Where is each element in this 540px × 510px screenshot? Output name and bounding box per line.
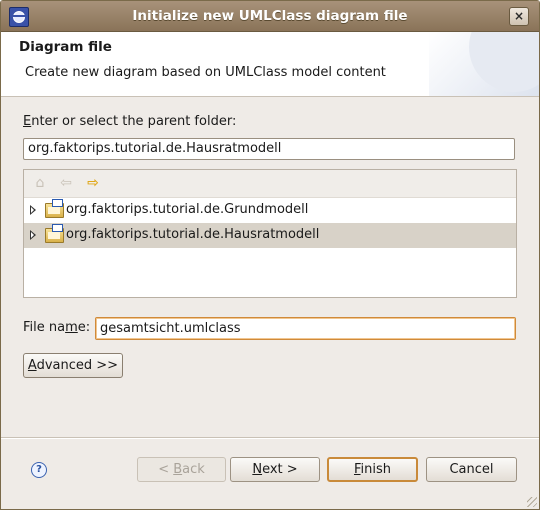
cancel-button[interactable]: Cancel: [426, 457, 517, 482]
finish-label: inish: [360, 462, 392, 477]
project-folder-icon: [45, 224, 64, 243]
tree-item-label: org.faktorips.tutorial.de.Hausratmodell: [66, 227, 320, 242]
next-label: ext >: [262, 462, 298, 477]
back-button[interactable]: < Back: [137, 457, 226, 482]
advanced-button[interactable]: Advanced >>: [23, 353, 123, 378]
parent-folder-label-mnemonic: E: [23, 114, 32, 129]
back-mnemonic: B: [173, 462, 183, 477]
title-bar[interactable]: Initialize new UMLClass diagram file ×: [1, 1, 539, 32]
ips-tag-icon: [52, 199, 63, 207]
help-icon[interactable]: ?: [31, 462, 47, 478]
next-button[interactable]: Next >: [230, 457, 320, 482]
button-bar-separator: [1, 437, 539, 439]
tree-item-hausratmodell[interactable]: org.faktorips.tutorial.de.Hausratmodell: [24, 223, 516, 248]
file-name-label-mnemonic: m: [65, 320, 78, 335]
parent-folder-label-text: nter or select the parent folder:: [31, 114, 237, 129]
advanced-label: dvanced >>: [36, 358, 119, 373]
project-folder-icon: [45, 199, 64, 218]
home-icon[interactable]: ⌂: [32, 175, 48, 191]
header-description: Create new diagram based on UMLClass mod…: [25, 65, 386, 80]
ips-tag-icon: [52, 224, 63, 232]
parent-folder-input[interactable]: org.faktorips.tutorial.de.Hausratmodell: [23, 138, 515, 160]
back-label-pre: <: [158, 462, 174, 477]
parent-folder-label: Enter or select the parent folder:: [23, 114, 236, 129]
dialog-window: Initialize new UMLClass diagram file × D…: [0, 0, 540, 510]
tree-item-label: org.faktorips.tutorial.de.Grundmodell: [66, 202, 309, 217]
file-name-input[interactable]: gesamtsicht.umlclass: [95, 317, 516, 340]
expand-triangle-icon[interactable]: [30, 230, 36, 240]
advanced-mnemonic: A: [27, 358, 37, 373]
back-label: ack: [182, 462, 205, 477]
tree-item-grundmodell[interactable]: org.faktorips.tutorial.de.Grundmodell: [24, 198, 516, 223]
close-button[interactable]: ×: [509, 7, 529, 26]
expand-triangle-icon[interactable]: [30, 205, 36, 215]
tree-toolbar: ⌂ ⇦ ⇨: [24, 170, 516, 198]
window-title: Initialize new UMLClass diagram file: [132, 8, 408, 24]
folder-tree[interactable]: ⌂ ⇦ ⇨ org.faktorips.tutorial.de.Grundmod…: [23, 169, 517, 298]
folder-doc-shape: [48, 207, 60, 214]
file-name-label: File name:: [23, 320, 90, 335]
finish-button[interactable]: Finish: [327, 457, 418, 482]
back-arrow-icon[interactable]: ⇦: [58, 175, 74, 191]
header-title: Diagram file: [19, 39, 112, 55]
forward-arrow-icon[interactable]: ⇨: [85, 175, 101, 191]
file-name-label-post: e:: [77, 320, 91, 335]
next-mnemonic: N: [252, 462, 263, 477]
file-name-label-pre: File na: [23, 320, 66, 335]
folder-doc-shape: [48, 232, 60, 239]
resize-grip[interactable]: [527, 497, 537, 507]
wizard-header: Diagram file Create new diagram based on…: [1, 32, 539, 97]
